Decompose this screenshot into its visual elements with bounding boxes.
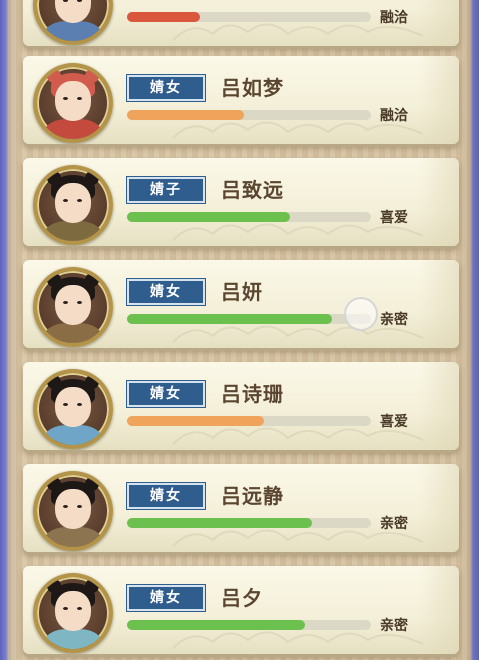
portrait-eye [63,607,68,610]
affection-bar [127,314,371,324]
portrait-eye [77,199,82,202]
character-card[interactable]: 婧女 吕远静 亲密 [23,464,459,552]
portrait-face [55,183,91,223]
affection-bar-fill [127,620,306,630]
portrait-face [55,489,91,529]
character-name: 吕夕 [221,586,263,610]
portrait-robe [45,425,101,445]
affection-bar [127,518,371,528]
portrait-eye [63,505,68,508]
affection-bar [127,12,371,22]
affection-bar [127,110,371,120]
character-card[interactable]: 婧女 吕诗珊 喜爱 [23,362,459,450]
affection-bar-fill [127,110,245,120]
affection-bar [127,212,371,222]
character-portrait[interactable] [33,63,113,143]
relation-label: 喜爱 [380,210,408,226]
portrait-eye [77,301,82,304]
portrait-face [55,285,91,325]
title-badge: 婧女 [126,380,206,408]
relation-label: 融洽 [380,108,408,124]
portrait-face [55,387,91,427]
character-card[interactable]: 婧女 吕如梦 融洽 [23,56,459,144]
title-badge: 婧女 [126,584,206,612]
character-name: 吕诗珊 [221,382,284,406]
portrait-face [55,591,91,631]
portrait-eye [63,199,68,202]
portrait-face [55,0,91,23]
character-portrait[interactable] [33,165,113,245]
character-card[interactable]: 婧女 吕妍 亲密 [23,260,459,348]
portrait-robe [45,21,101,41]
title-badge: 婧子 [126,176,206,204]
character-portrait[interactable] [33,267,113,347]
portrait-eye [63,301,68,304]
portrait-robe [45,527,101,547]
touch-indicator [344,297,378,331]
character-portrait[interactable] [33,471,113,551]
portrait-eye [77,97,82,100]
affection-bar-fill [127,212,291,222]
relation-label: 亲密 [380,618,408,634]
portrait-face [55,81,91,121]
character-portrait[interactable] [33,369,113,449]
portrait-robe [45,221,101,241]
character-portrait[interactable] [33,573,113,653]
character-name: 吕如梦 [221,76,284,100]
portrait-robe [45,629,101,649]
portrait-robe [45,323,101,343]
character-portrait[interactable] [33,0,113,45]
portrait-eye [77,607,82,610]
portrait-eye [77,505,82,508]
portrait-eye [63,403,68,406]
relation-label: 喜爱 [380,414,408,430]
character-card[interactable]: 融洽 [23,0,459,46]
character-name: 吕妍 [221,280,263,304]
portrait-robe [45,119,101,139]
title-badge: 婧女 [126,278,206,306]
relation-label: 融洽 [380,10,408,26]
affection-bar [127,416,371,426]
relation-label: 亲密 [380,312,408,328]
portrait-eye [77,403,82,406]
affection-bar-fill [127,314,332,324]
affection-bar-fill [127,416,264,426]
affection-bar [127,620,371,630]
portrait-eye [63,97,68,100]
affection-bar-fill [127,518,313,528]
title-badge: 婧女 [126,74,206,102]
character-name: 吕致远 [221,178,284,202]
title-badge: 婧女 [126,482,206,510]
relation-label: 亲密 [380,516,408,532]
character-card[interactable]: 婧女 吕夕 亲密 [23,566,459,654]
character-name: 吕远静 [221,484,284,508]
character-card[interactable]: 婧子 吕致远 喜爱 [23,158,459,246]
affection-bar-fill [127,12,201,22]
